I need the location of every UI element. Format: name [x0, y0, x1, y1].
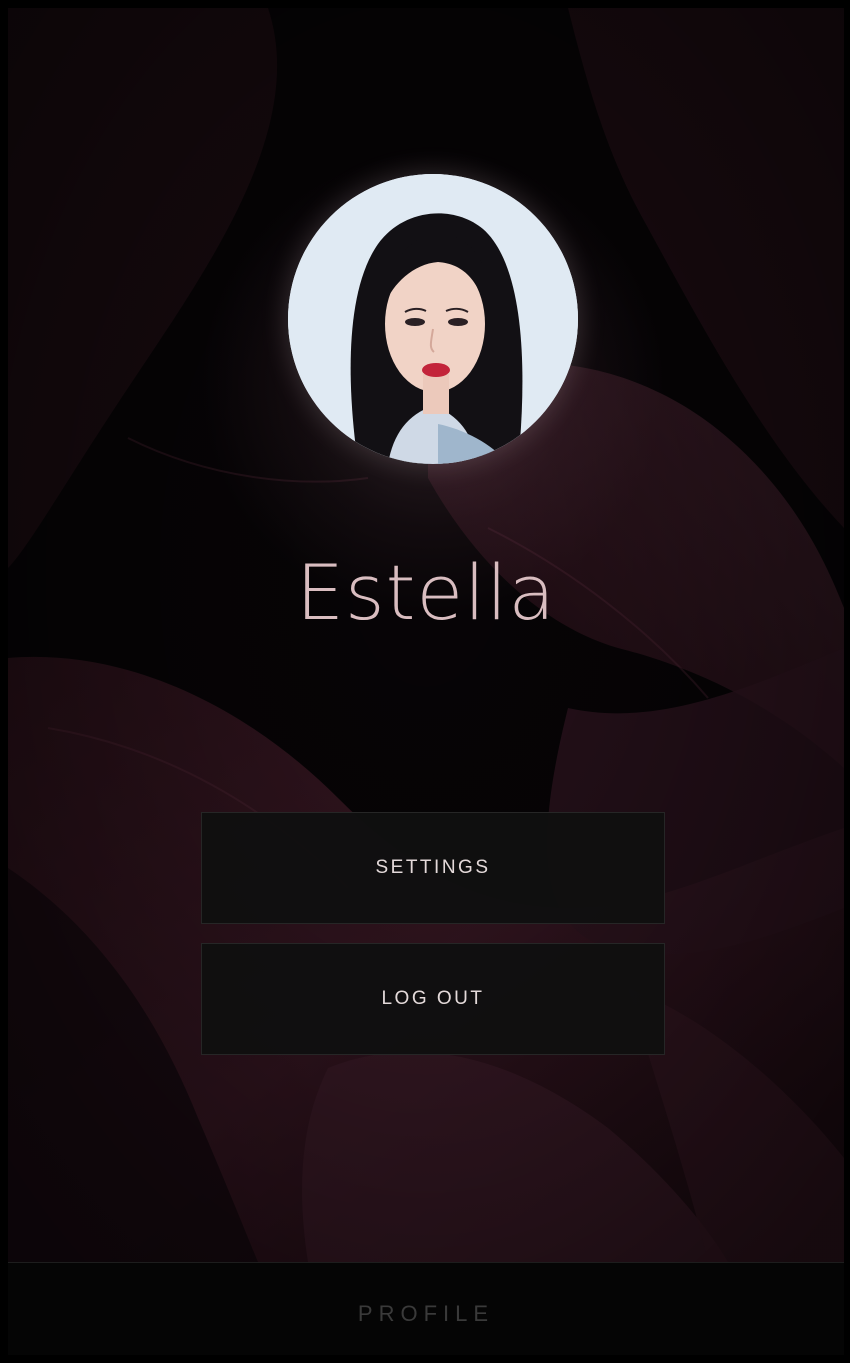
profile-photo-icon: [288, 174, 578, 464]
profile-screen: Estella SETTINGS LOG OUT PROFILE: [8, 8, 844, 1355]
settings-button-label: SETTINGS: [375, 857, 491, 878]
logout-button[interactable]: LOG OUT: [201, 943, 665, 1055]
logout-button-label: LOG OUT: [381, 988, 485, 1009]
device-frame: Estella SETTINGS LOG OUT PROFILE: [0, 0, 850, 1363]
avatar-container[interactable]: [178, 114, 688, 634]
avatar[interactable]: [288, 174, 578, 464]
footer-title: PROFILE: [357, 1301, 495, 1326]
bottom-bar: PROFILE: [8, 1262, 844, 1355]
settings-button[interactable]: SETTINGS: [201, 812, 665, 924]
user-name: Estella: [296, 548, 556, 637]
